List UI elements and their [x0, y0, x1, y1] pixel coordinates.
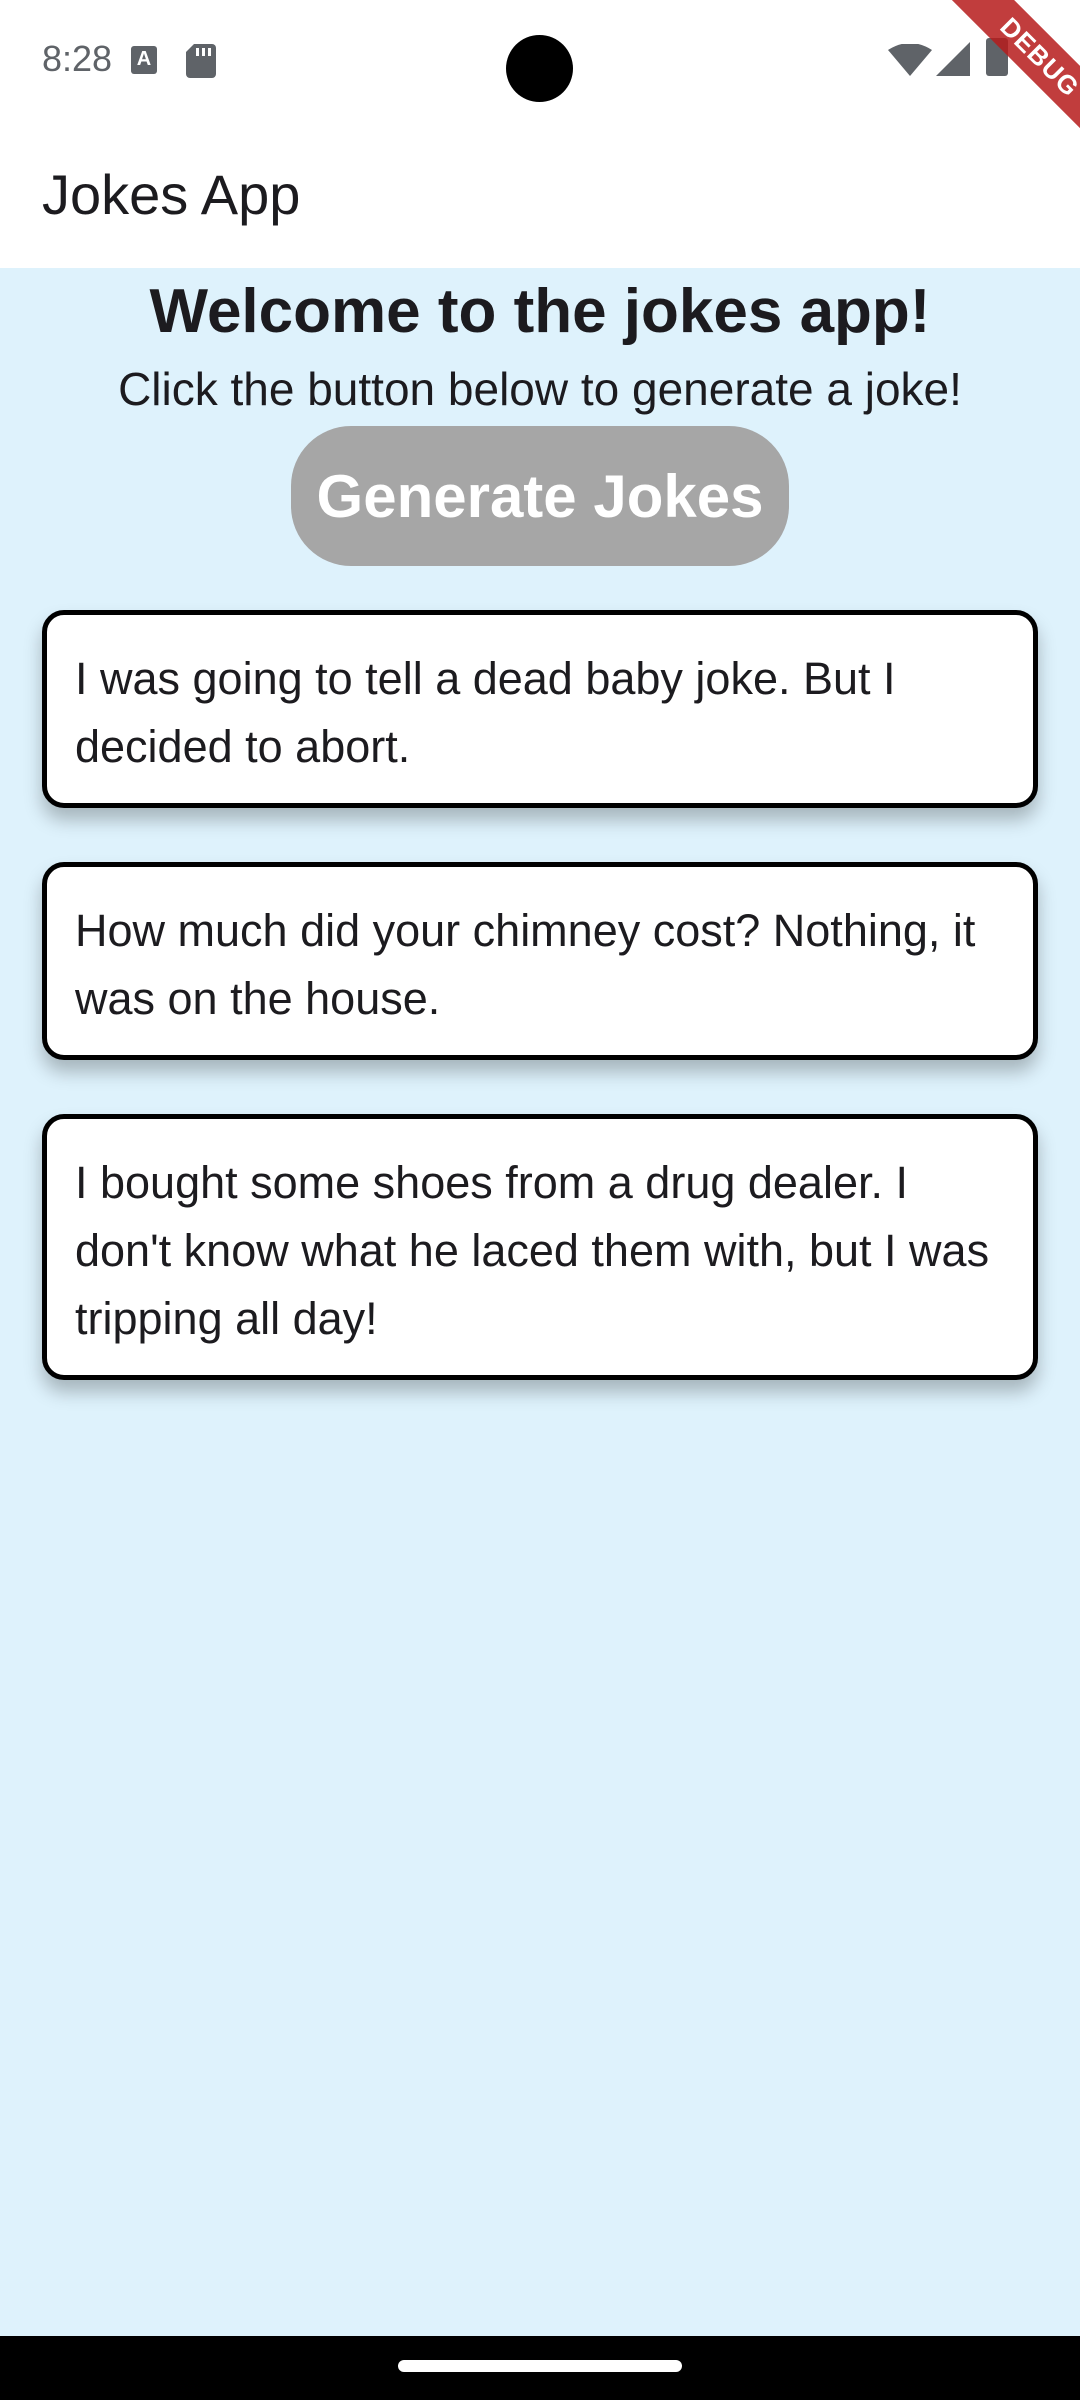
- joke-text: I was going to tell a dead baby joke. Bu…: [75, 653, 896, 772]
- welcome-heading: Welcome to the jokes app!: [149, 277, 931, 346]
- status-bar: 8:28 A: [0, 0, 1080, 120]
- sd-card-icon: [186, 44, 216, 83]
- a-notification-icon: A: [131, 46, 157, 74]
- joke-text: I bought some shoes from a drug dealer. …: [75, 1157, 990, 1344]
- signal-icon: [936, 42, 970, 81]
- system-navigation-bar: [0, 2336, 1080, 2400]
- home-gesture-handle[interactable]: [398, 2360, 682, 2372]
- main-content: Welcome to the jokes app! Click the butt…: [0, 268, 1080, 2336]
- app-title: Jokes App: [42, 163, 301, 226]
- joke-text: How much did your chimney cost? Nothing,…: [75, 905, 976, 1024]
- generate-jokes-button[interactable]: Generate Jokes: [291, 426, 789, 566]
- joke-card: I was going to tell a dead baby joke. Bu…: [42, 610, 1038, 808]
- app-bar: Jokes App: [0, 120, 1080, 268]
- joke-card: How much did your chimney cost? Nothing,…: [42, 862, 1038, 1060]
- wifi-icon: [888, 43, 932, 81]
- status-time: 8:28: [42, 38, 113, 79]
- welcome-subheading: Click the button below to generate a jok…: [118, 363, 962, 415]
- joke-card: I bought some shoes from a drug dealer. …: [42, 1114, 1038, 1380]
- front-camera-cutout: [506, 35, 573, 102]
